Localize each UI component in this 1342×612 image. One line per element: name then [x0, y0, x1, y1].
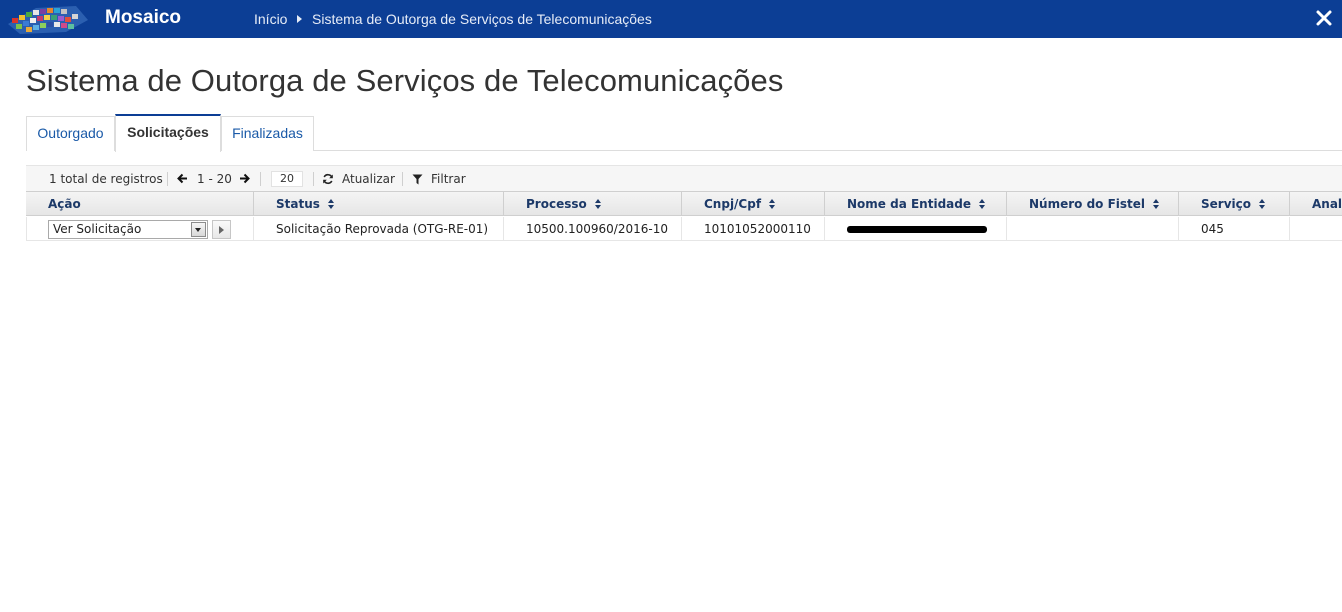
cell-analise — [1290, 217, 1342, 241]
cell-fistel — [1007, 217, 1179, 241]
column-header-fistel[interactable]: Número do Fistel — [1007, 192, 1179, 216]
play-icon — [219, 226, 224, 234]
tab-finalizadas[interactable]: Finalizadas — [221, 116, 314, 151]
grid-toolbar: 1 total de registros 1 - 20 20 Atualizar… — [26, 165, 1342, 191]
column-header-label: Ação — [48, 197, 81, 211]
column-header-label: Serviço — [1201, 197, 1251, 211]
tab-outorgado[interactable]: Outorgado — [26, 116, 115, 151]
column-header-acao[interactable]: Ação — [26, 192, 254, 216]
filter-button[interactable]: Filtrar — [431, 172, 466, 186]
toolbar-divider — [260, 172, 261, 186]
cell-status: Solicitação Reprovada (OTG-RE-01) — [254, 217, 504, 241]
page-range: 1 - 20 — [197, 172, 232, 186]
action-select[interactable]: Ver Solicitação — [48, 220, 208, 239]
filter-icon[interactable] — [412, 174, 423, 185]
column-header-label: Número do Fistel — [1029, 197, 1146, 211]
column-header-label: Cnpj/Cpf — [704, 197, 762, 211]
arrow-right-icon[interactable] — [239, 173, 250, 184]
breadcrumb-current: Sistema de Outorga de Serviços de Teleco… — [312, 11, 652, 27]
arrow-left-icon[interactable] — [177, 173, 188, 184]
select-dropdown-button[interactable] — [191, 222, 206, 237]
cell-cnpj: 10101052000110 — [682, 217, 825, 241]
sort-icon[interactable] — [594, 199, 602, 209]
column-header-processo[interactable]: Processo — [504, 192, 682, 216]
column-header-nome-entidade[interactable]: Nome da Entidade — [825, 192, 1007, 216]
toolbar-divider — [313, 172, 314, 186]
column-header-analise[interactable]: Anal — [1290, 192, 1342, 216]
cell-nome-entidade — [825, 217, 1007, 241]
column-header-label: Anal — [1312, 197, 1342, 211]
column-header-cnpj[interactable]: Cnpj/Cpf — [682, 192, 825, 216]
sort-icon[interactable] — [1153, 199, 1160, 209]
toolbar-divider — [167, 172, 168, 186]
column-header-label: Status — [276, 197, 320, 211]
redaction-bar — [847, 226, 987, 233]
breadcrumb-separator-icon — [297, 15, 302, 23]
column-header-status[interactable]: Status — [254, 192, 504, 216]
execute-action-button[interactable] — [212, 220, 231, 239]
sort-icon[interactable] — [978, 199, 986, 209]
action-select-value: Ver Solicitação — [53, 222, 142, 236]
close-icon[interactable] — [1315, 9, 1333, 27]
page-title: Sistema de Outorga de Serviços de Teleco… — [26, 63, 784, 98]
column-header-servico[interactable]: Serviço — [1179, 192, 1290, 216]
tab-bar: Outorgado Solicitações Finalizadas — [26, 114, 1342, 152]
tab-solicitacoes[interactable]: Solicitações — [115, 114, 221, 152]
brand-name[interactable]: Mosaico — [105, 7, 181, 29]
cell-servico: 045 — [1179, 217, 1290, 241]
breadcrumb-home[interactable]: Início — [254, 11, 287, 27]
top-bar: Mosaico Início Sistema de Outorga de Ser… — [0, 0, 1342, 38]
table-row: Ver Solicitação Solicitação Reprovada (O… — [26, 217, 1342, 241]
refresh-icon[interactable] — [322, 173, 334, 185]
cell-acao: Ver Solicitação — [26, 217, 254, 241]
sort-icon[interactable] — [1259, 199, 1266, 209]
column-header-label: Nome da Entidade — [847, 197, 971, 211]
sort-icon[interactable] — [327, 199, 335, 209]
sort-icon[interactable] — [769, 199, 776, 209]
toolbar-divider — [402, 172, 403, 186]
column-header-label: Processo — [526, 197, 587, 211]
mosaic-logo-icon[interactable] — [6, 2, 90, 36]
table-header: Ação Status Processo Cnpj/Cpf Nome da En… — [26, 191, 1342, 216]
total-records: 1 total de registros — [49, 172, 163, 186]
chevron-down-icon — [195, 228, 201, 232]
refresh-button[interactable]: Atualizar — [342, 172, 395, 186]
page-size-input[interactable]: 20 — [271, 171, 303, 187]
cell-processo: 10500.100960/2016-10 — [504, 217, 682, 241]
